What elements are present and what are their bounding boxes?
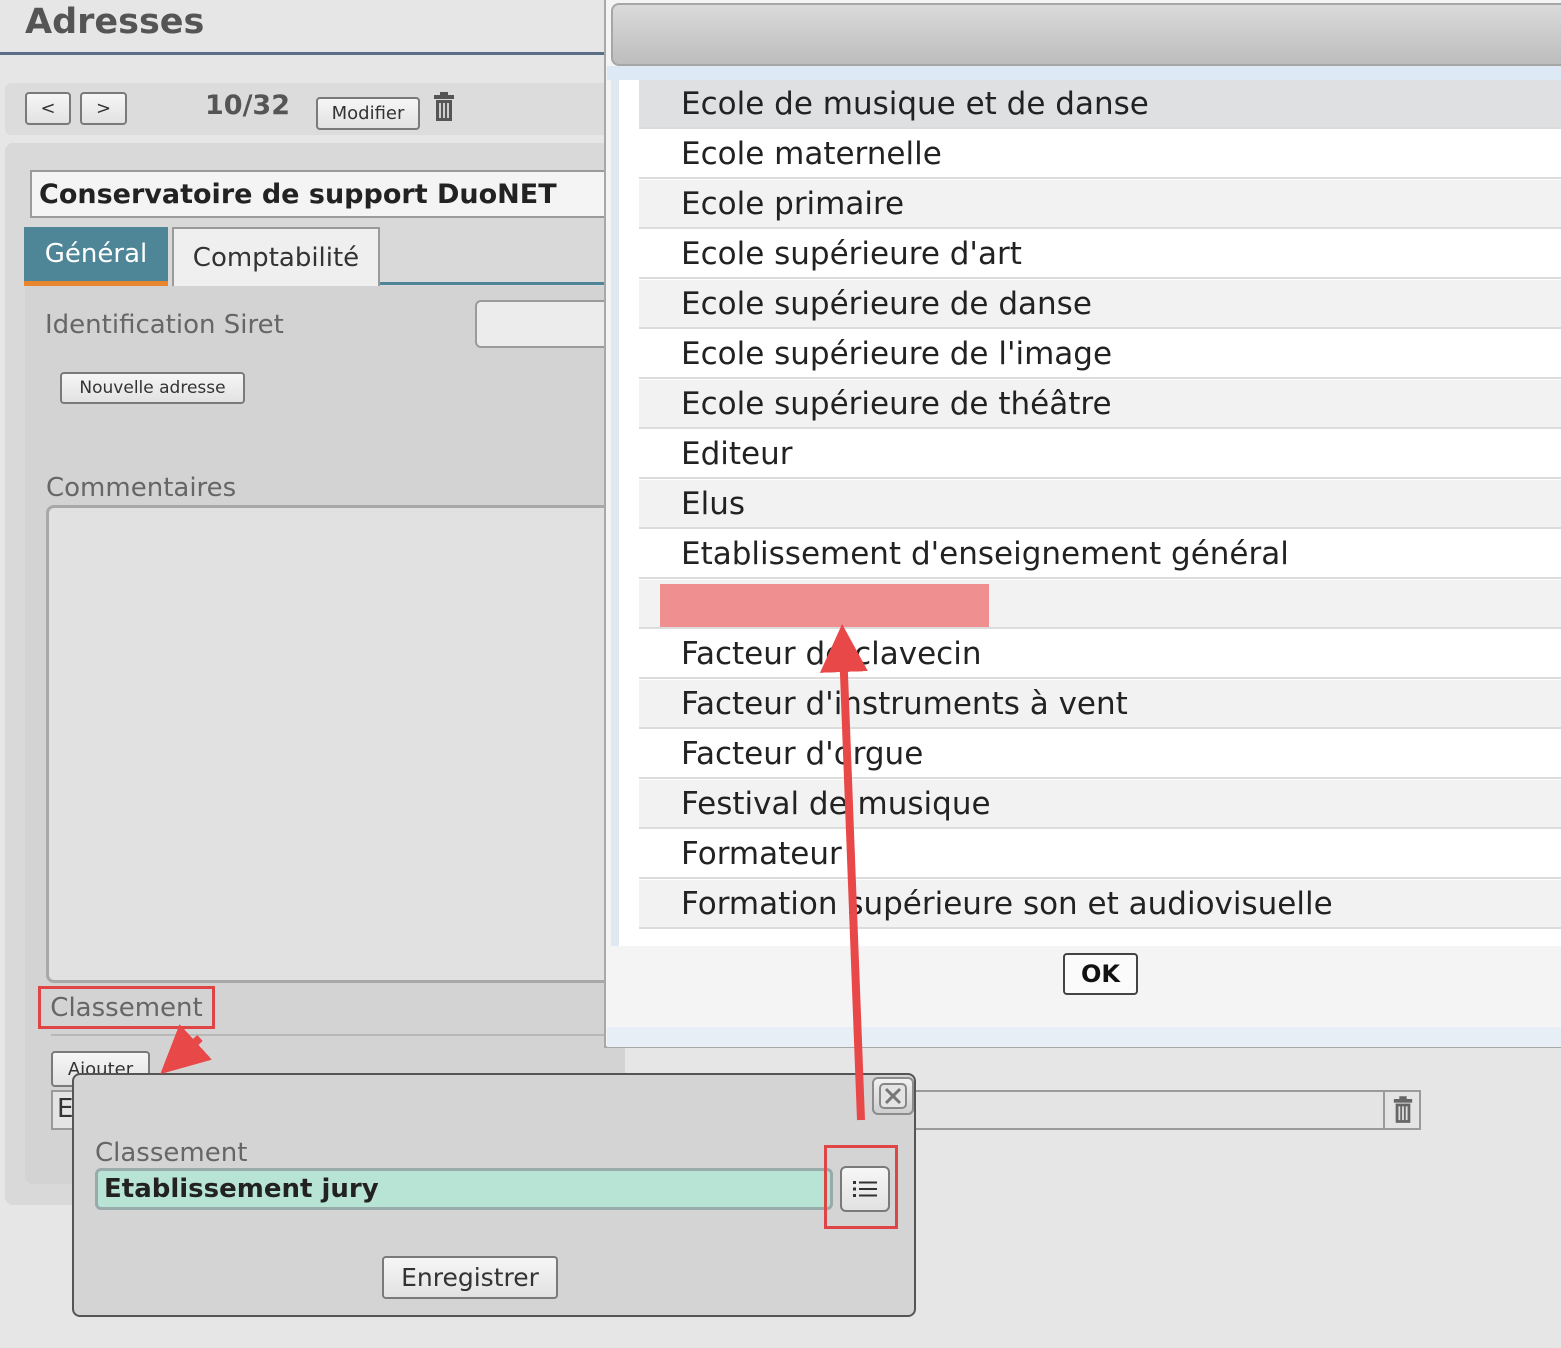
classement-value-field[interactable]: Etablissement jury xyxy=(95,1168,833,1210)
list-item[interactable]: Festival de musique xyxy=(639,780,1561,829)
list-item[interactable]: Ecole supérieure de l'image xyxy=(639,330,1561,379)
delete-record-icon[interactable] xyxy=(432,92,456,122)
tab-general[interactable]: Général xyxy=(24,227,168,286)
prev-record-button[interactable]: < xyxy=(25,92,71,125)
list-item[interactable]: Ecole supérieure de danse xyxy=(639,280,1561,329)
list-item[interactable]: Formation supérieure son et audiovisuell… xyxy=(639,880,1561,929)
list-item[interactable]: Ecole primaire xyxy=(639,180,1561,229)
new-address-button[interactable]: Nouvelle adresse xyxy=(60,372,245,404)
list-item[interactable]: Facteur d'instruments à vent xyxy=(639,680,1561,729)
siret-label: Identification Siret xyxy=(45,310,284,340)
ok-button[interactable]: OK xyxy=(1063,953,1138,995)
comments-textarea[interactable] xyxy=(46,505,616,983)
list-item[interactable]: Facteur d'orgue xyxy=(639,730,1561,779)
list-item[interactable]: Ecole de musique et de danse xyxy=(639,80,1561,129)
page-title: Adresses xyxy=(25,2,205,42)
list-dialog-strip xyxy=(607,66,1561,80)
save-button[interactable]: Enregistrer xyxy=(382,1256,558,1299)
comments-label: Commentaires xyxy=(46,473,237,503)
list-item[interactable]: Editeur xyxy=(639,430,1561,479)
tab-bar-underline xyxy=(380,282,610,285)
list-item[interactable]: Etablissement d'enseignement général xyxy=(639,530,1561,579)
classement-row-value: E xyxy=(57,1094,74,1124)
list-item[interactable]: Facteur de clavecin xyxy=(639,630,1561,679)
classement-label: Classement xyxy=(38,986,215,1029)
tab-comptabilite[interactable]: Comptabilité xyxy=(172,227,380,286)
list-item[interactable]: Elus xyxy=(639,480,1561,529)
siret-input[interactable] xyxy=(475,300,615,348)
classement-dialog-label: Classement xyxy=(95,1138,248,1168)
classement-list[interactable]: Ecole de musique et de danse Ecole mater… xyxy=(611,80,1561,946)
next-record-button[interactable]: > xyxy=(80,92,127,125)
list-dialog-footer xyxy=(607,1027,1561,1047)
list-item[interactable]: Ecole maternelle xyxy=(639,130,1561,179)
list-item[interactable]: Ecole supérieure d'art xyxy=(639,230,1561,279)
modify-button[interactable]: Modifier xyxy=(316,97,420,130)
list-dialog-header[interactable] xyxy=(611,3,1561,66)
list-button-annotation xyxy=(824,1145,898,1229)
title-divider xyxy=(0,52,605,55)
selected-item-highlight xyxy=(660,584,989,627)
list-item[interactable]: Ecole supérieure de théâtre xyxy=(639,380,1561,429)
delete-classement-icon[interactable] xyxy=(1383,1090,1421,1130)
record-counter: 10/32 xyxy=(205,90,291,121)
list-item[interactable]: Formateur xyxy=(639,830,1561,879)
close-icon[interactable] xyxy=(872,1077,914,1115)
record-name-field[interactable]: Conservatoire de support DuoNET xyxy=(30,170,610,218)
classement-divider xyxy=(51,1034,611,1036)
list-item-partial[interactable] xyxy=(639,930,1561,946)
